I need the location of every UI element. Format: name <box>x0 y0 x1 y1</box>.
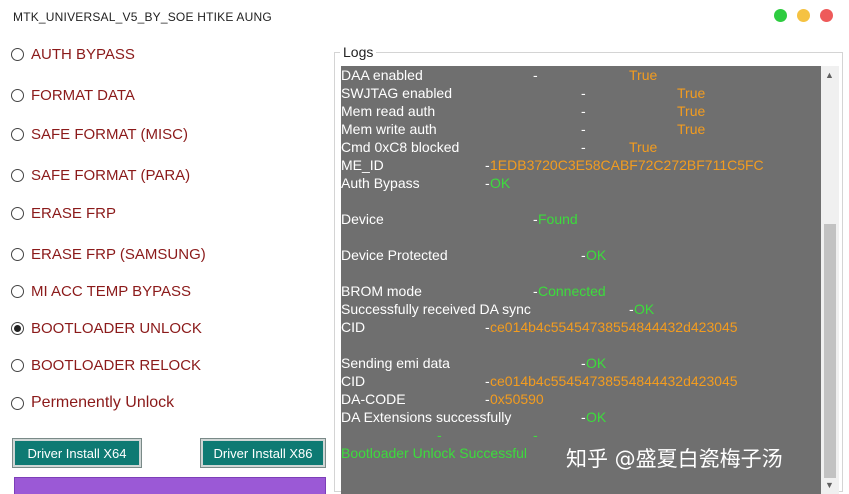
log-key: ME_ID <box>341 157 384 173</box>
radio-indicator[interactable] <box>11 168 24 182</box>
log-key: Cmd 0xC8 blocked <box>341 139 460 155</box>
radio-indicator[interactable] <box>11 396 24 410</box>
option-label: BOOTLOADER RELOCK <box>31 356 202 374</box>
log-key: Mem write auth <box>341 121 437 137</box>
log-value: ce014b4c55454738554844432d423045 <box>490 373 738 389</box>
log-dash: - <box>533 283 538 299</box>
log-value: OK <box>586 355 607 371</box>
log-dash: - <box>485 391 490 407</box>
log-dash: - <box>485 319 490 335</box>
log-key: Successfully received DA sync <box>341 301 531 317</box>
log-dash: - <box>533 211 538 227</box>
radio-indicator[interactable] <box>11 247 24 261</box>
log-value: True <box>677 121 706 137</box>
log-key: BROM mode <box>341 283 422 299</box>
log-dash: - <box>485 175 490 191</box>
log-key: DA Extensions successfully <box>341 409 512 425</box>
log-dash: - <box>581 121 586 137</box>
log-value: ce014b4c55454738554844432d423045 <box>490 319 738 335</box>
option-bootloader-unlock[interactable]: BOOTLOADER UNLOCK <box>11 318 202 338</box>
option-bootloader-relock[interactable]: BOOTLOADER RELOCK <box>11 355 201 375</box>
option-label: FORMAT DATA <box>31 86 135 104</box>
log-value: Bootloader Unlock Successful <box>341 445 527 461</box>
option-label: BOOTLOADER UNLOCK <box>31 319 202 337</box>
log-value: Found <box>538 211 578 227</box>
log-scrollbar[interactable]: ▲ ▼ <box>821 66 839 494</box>
minimize-button[interactable] <box>797 9 810 22</box>
option-mi-acc-temp-bypass[interactable]: MI ACC TEMP BYPASS <box>11 281 191 301</box>
log-key: DA-CODE <box>341 391 406 407</box>
option-erase-frp[interactable]: ERASE FRP <box>11 203 116 223</box>
log-dash: - <box>581 85 586 101</box>
log-value: True <box>629 67 658 83</box>
log-dash: - <box>437 427 442 443</box>
log-value: 0x50590 <box>490 391 544 407</box>
log-value: OK <box>586 247 607 263</box>
radio-indicator[interactable] <box>11 206 24 220</box>
option-label: ERASE FRP (SAMSUNG) <box>31 245 206 263</box>
option-permenently-unlock[interactable]: Permenently Unlock <box>11 393 174 413</box>
option-label: ERASE FRP <box>31 204 117 222</box>
title-bar: MTK_UNIVERSAL_V5_BY_SOE HTIKE AUNG <box>0 0 849 34</box>
log-key: Device <box>341 211 384 227</box>
log-dash: - <box>629 301 634 317</box>
log-value: OK <box>490 175 511 191</box>
log-value: True <box>677 103 706 119</box>
option-safe-format-para[interactable]: SAFE FORMAT (PARA) <box>11 165 190 185</box>
option-auth-bypass[interactable]: AUTH BYPASS <box>11 44 135 64</box>
radio-indicator[interactable] <box>11 127 24 141</box>
log-key: Auth Bypass <box>341 175 420 191</box>
driver-install-x86-button[interactable]: Driver Install X86 <box>200 438 326 468</box>
window-title: MTK_UNIVERSAL_V5_BY_SOE HTIKE AUNG <box>13 10 272 24</box>
log-key: DAA enabled <box>341 67 423 83</box>
log-value: Connected <box>538 283 606 299</box>
log-key: CID <box>341 319 366 335</box>
radio-indicator[interactable] <box>11 358 24 372</box>
scroll-thumb[interactable] <box>824 224 836 478</box>
log-dash: - <box>581 409 586 425</box>
log-console: DAA enabled - True SWJTAG enabled - True… <box>341 66 821 494</box>
log-value: - <box>533 427 538 443</box>
log-key: Sending emi data <box>341 355 450 371</box>
driver-install-x64-button[interactable]: Driver Install X64 <box>12 438 142 468</box>
option-label: SAFE FORMAT (MISC) <box>31 125 188 143</box>
start-button[interactable] <box>14 477 326 494</box>
logs-title: Logs <box>340 44 377 60</box>
maximize-button[interactable] <box>774 9 787 22</box>
close-button[interactable] <box>820 9 833 22</box>
scroll-up-icon[interactable]: ▲ <box>825 70 834 80</box>
log-dash: - <box>581 139 586 155</box>
log-key: CID <box>341 373 366 389</box>
option-label: Permenently Unlock <box>31 394 175 411</box>
option-format-data[interactable]: FORMAT DATA <box>11 85 135 105</box>
log-key: Device Protected <box>341 247 448 263</box>
log-value: OK <box>634 301 655 317</box>
log-key: Mem read auth <box>341 103 436 119</box>
log-value: True <box>629 139 658 155</box>
log-value: True <box>677 85 706 101</box>
option-label: MI ACC TEMP BYPASS <box>31 282 192 300</box>
log-dash: - <box>485 373 490 389</box>
watermark: 知乎 @盛夏白瓷梅子汤 <box>566 447 783 471</box>
log-dash: - <box>485 157 490 173</box>
option-erase-frp-samsung[interactable]: ERASE FRP (SAMSUNG) <box>11 244 206 264</box>
log-dash: - <box>581 103 586 119</box>
option-label: AUTH BYPASS <box>31 45 135 63</box>
log-value: OK <box>586 409 607 425</box>
scroll-down-icon[interactable]: ▼ <box>825 480 834 490</box>
radio-indicator[interactable] <box>11 321 24 335</box>
log-dash: - <box>581 247 586 263</box>
log-dash: - <box>533 67 538 83</box>
log-value: 1EDB3720C3E58CABF72C272BF711C5FC <box>490 157 764 173</box>
log-key: SWJTAG enabled <box>341 85 453 101</box>
radio-indicator[interactable] <box>11 47 24 61</box>
log-dash: - <box>581 355 586 371</box>
radio-indicator[interactable] <box>11 88 24 102</box>
option-safe-format-misc[interactable]: SAFE FORMAT (MISC) <box>11 124 188 144</box>
radio-indicator[interactable] <box>11 284 24 298</box>
option-label: SAFE FORMAT (PARA) <box>31 166 191 184</box>
